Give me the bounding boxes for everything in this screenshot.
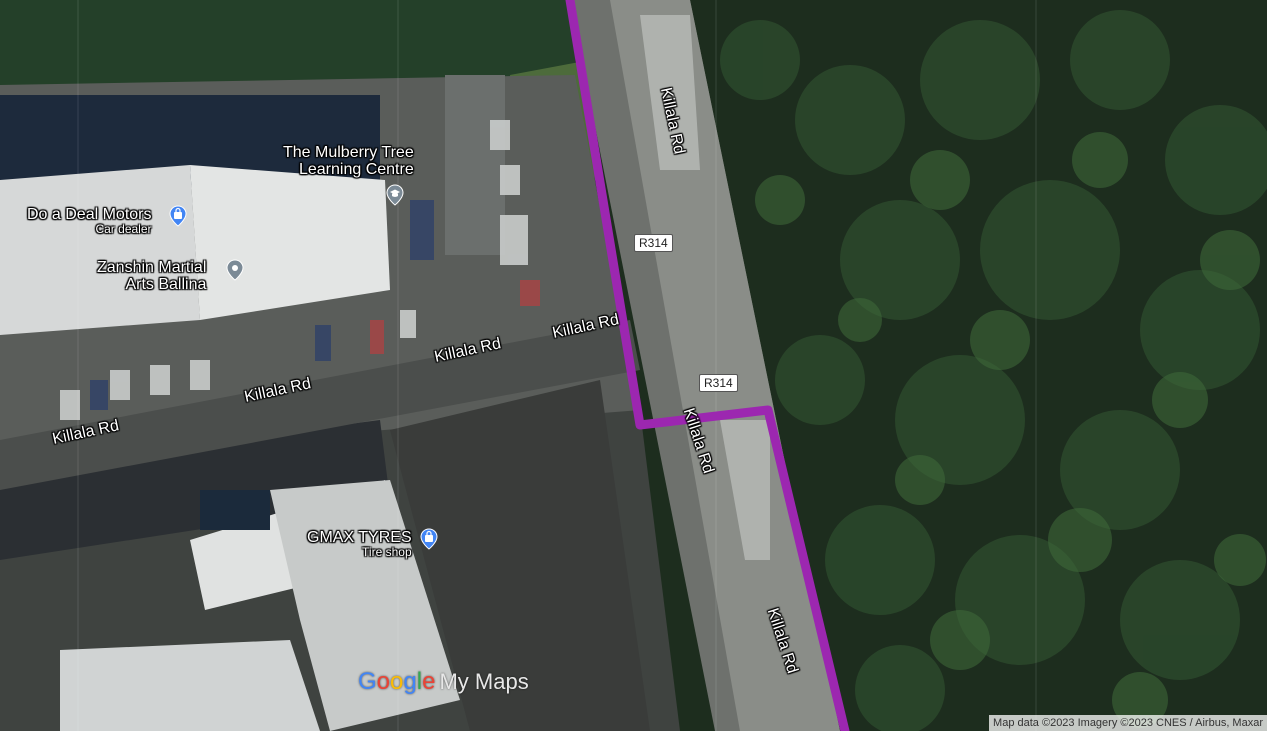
shopping-bag-icon[interactable] [166,204,190,228]
route-shield: R314 [699,374,738,392]
poi-label[interactable]: GMAX TYRES Tire shop [307,529,412,559]
google-wordmark: Google [358,668,436,695]
shopping-bag-icon[interactable] [417,527,441,551]
school-icon[interactable] [383,183,407,207]
map-pin-icon[interactable] [223,258,247,282]
poi-label[interactable]: The Mulberry Tree Learning Centre [283,144,414,178]
satellite-map[interactable] [0,0,1267,731]
route-shield: R314 [634,234,673,252]
poi-label[interactable]: Do a Deal Motors Car dealer [27,206,152,236]
mymaps-wordmark: My Maps [439,669,529,694]
google-my-maps-logo: Google My Maps [358,668,529,696]
poi-label[interactable]: Zanshin Martial Arts Ballina [97,259,206,293]
map-attribution[interactable]: Map data ©2023 Imagery ©2023 CNES / Airb… [989,715,1267,731]
